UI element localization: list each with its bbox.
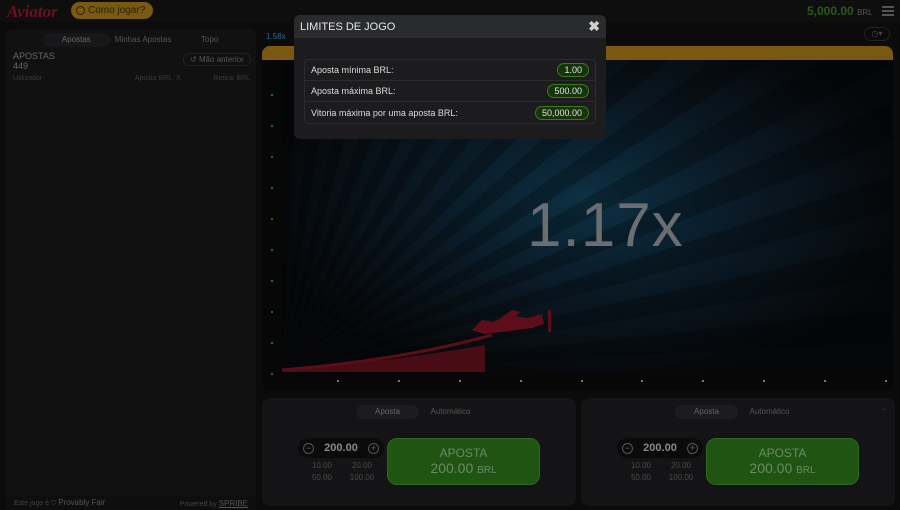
tab-minhas-apostas[interactable]: Minhas Apostas (110, 33, 177, 47)
bet-button-currency: BRL (796, 465, 816, 476)
history-multiplier: 1.58x (266, 31, 286, 41)
bet-amount-value[interactable]: 200.00 (643, 442, 677, 454)
bets-label: APOSTAS (13, 51, 55, 61)
minus-icon[interactable]: − (622, 442, 633, 454)
bet-button-label: APOSTA (439, 446, 488, 460)
spribe-logo: SPRIBE (218, 498, 248, 508)
col-x: X (176, 75, 181, 82)
limit-value: 500.00 (547, 84, 589, 98)
menu-icon[interactable] (882, 6, 894, 16)
help-icon (76, 6, 85, 15)
bet-panel-1: Aposta Automático −200.00 + 10.00 20.00 50.0… (262, 398, 576, 506)
aviator-logo: Aviator (7, 2, 58, 21)
quick-amount[interactable]: 100.00 (661, 473, 701, 482)
bet-amount-stepper[interactable]: −200.00 + (617, 438, 703, 458)
quick-amount[interactable]: 10.00 (621, 461, 661, 470)
tab-aposta[interactable]: Aposta (675, 405, 738, 419)
current-multiplier: 1.17x (527, 191, 684, 260)
balance-value: 5,000.00 (807, 4, 854, 18)
airplane-icon (472, 310, 551, 334)
modal-title: LIMITES DE JOGO (300, 20, 396, 33)
quick-amount[interactable]: 50.00 (621, 473, 661, 482)
minus-icon[interactable]: − (303, 442, 314, 454)
tab-automatico[interactable]: Automático (738, 405, 801, 419)
previous-hand-label: Mão anterior (198, 55, 244, 64)
quick-amount[interactable]: 20.00 (342, 461, 382, 470)
tab-aposta[interactable]: Aposta (356, 405, 419, 419)
balance: 5,000.00 BRL (807, 4, 873, 18)
limit-value: 50,000.00 (534, 105, 589, 120)
bet-button-amount: 200.00 (749, 460, 793, 476)
limit-label: Aposta mínima BRL: (311, 65, 394, 75)
y-axis-dots (271, 94, 274, 390)
remove-panel-icon[interactable]: − (882, 404, 887, 414)
limit-row: Vitoria máxima por uma aposta BRL: 50,000… (305, 102, 595, 123)
history-toggle-button[interactable]: ◷▾ (864, 27, 890, 41)
col-bet: Aposta BRL (134, 75, 173, 82)
quick-amount[interactable]: 100.00 (342, 473, 382, 482)
powered-by: Powered by (179, 500, 217, 508)
bet-amount-stepper[interactable]: −200.00 + (298, 438, 384, 458)
bets-count: APOSTAS 449 (13, 51, 55, 71)
shield-icon: ⛉ (50, 500, 57, 507)
quick-amount[interactable]: 20.00 (661, 461, 701, 470)
bet-button[interactable]: APOSTA 200.00 BRL (387, 438, 540, 485)
bets-sidebar: Apostas Minhas Apostas Topo APOSTAS 449 ↺… (6, 29, 256, 510)
bets-tabs: Apostas Minhas Apostas Topo (43, 33, 243, 47)
limit-row: Aposta mínima BRL: 1.00 (305, 60, 595, 81)
bet-button-currency: BRL (477, 465, 497, 476)
limit-label: Aposta máxima BRL: (311, 86, 396, 96)
bet-button[interactable]: APOSTA 200.00 BRL (706, 438, 859, 485)
tab-apostas[interactable]: Apostas (43, 33, 110, 47)
x-axis-dots (337, 380, 887, 382)
bet-panel-2: Aposta Automático − −200.00 + 10.00 20.00 50… (581, 398, 895, 506)
plus-icon[interactable]: + (368, 442, 379, 454)
bets-number: 449 (13, 61, 29, 71)
how-to-play-button[interactable]: Como jogar? (71, 2, 154, 19)
footer: Este jogo é ⛉ Provably Fair Powered by S… (6, 496, 256, 510)
bet-amount-value[interactable]: 200.00 (324, 442, 358, 454)
col-cashout: Retirar BRL (213, 75, 250, 82)
quick-amount[interactable]: 50.00 (302, 473, 342, 482)
close-icon[interactable]: ✖ (588, 18, 600, 35)
how-to-play-label: Como jogar? (88, 5, 146, 16)
limit-label: Vitoria máxima por uma aposta BRL: (311, 107, 458, 118)
plus-icon[interactable]: + (687, 442, 698, 454)
tab-topo[interactable]: Topo (176, 33, 243, 47)
limit-row: Aposta máxima BRL: 500.00 (305, 81, 595, 102)
balance-currency: BRL (857, 8, 873, 17)
quick-amount[interactable]: 10.00 (302, 461, 342, 470)
tab-automatico[interactable]: Automático (419, 405, 482, 419)
bet-button-amount: 200.00 (430, 460, 474, 476)
previous-hand-button[interactable]: ↺ Mão anterior (183, 53, 251, 66)
provably-fair-link[interactable]: Provably Fair (58, 498, 105, 507)
footer-text: Este jogo é (14, 500, 50, 507)
game-limits-modal: LIMITES DE JOGO ✖ Aposta mínima BRL: 1.00 … (294, 15, 606, 139)
bets-columns: Utilizador Aposta BRL X Retirar BRL (13, 75, 250, 82)
limit-value: 1.00 (557, 63, 589, 77)
bet-button-label: APOSTA (758, 446, 807, 460)
col-user: Utilizador (13, 75, 43, 82)
